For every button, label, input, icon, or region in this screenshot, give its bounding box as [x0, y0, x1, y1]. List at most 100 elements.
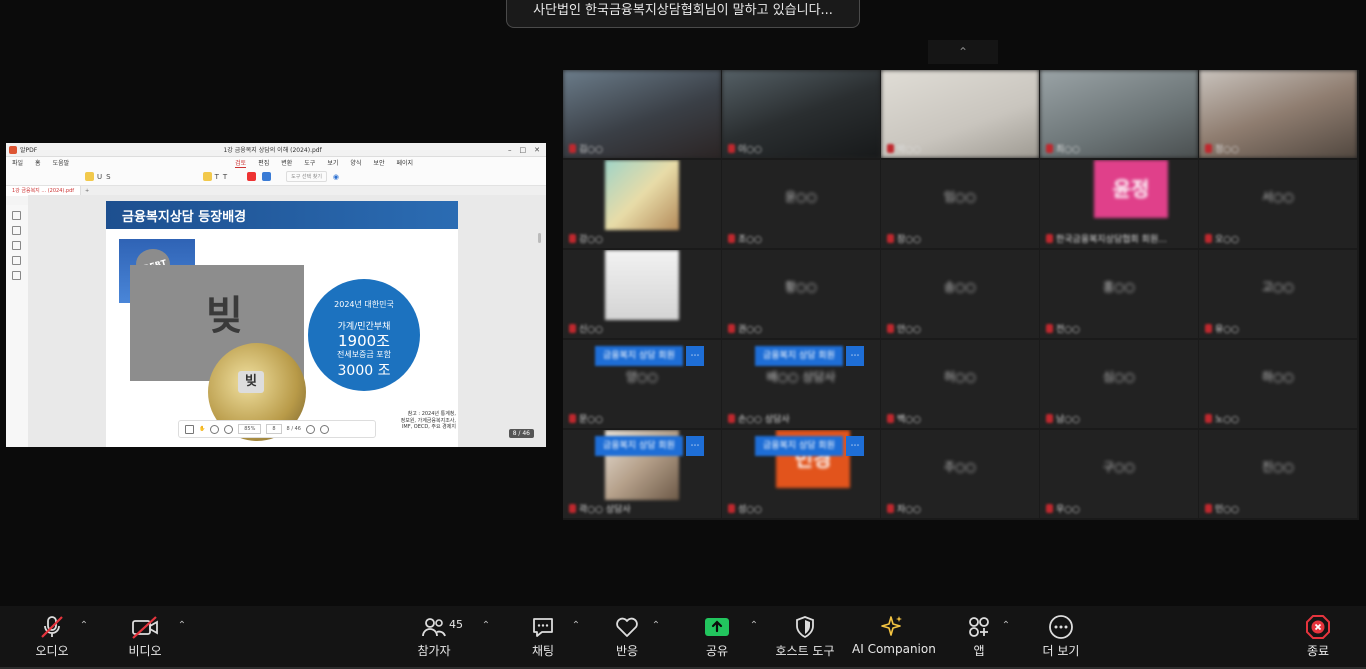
page-input[interactable]: 8 [266, 424, 282, 434]
participant-tile[interactable]: 김○○ [563, 70, 721, 158]
zoom-select[interactable]: 85% [238, 424, 262, 434]
mic-muted-icon [1046, 414, 1053, 423]
participant-tile[interactable]: 윤○○ 조○○ [722, 160, 880, 248]
chip-more-icon[interactable]: ⋯ [845, 346, 864, 366]
note-icon[interactable] [202, 172, 212, 181]
text-icon[interactable]: T [215, 173, 219, 181]
reactions-button[interactable]: 반응 [610, 614, 644, 664]
zoom-out-icon[interactable] [210, 424, 220, 434]
share-button[interactable]: 공유 [700, 614, 734, 664]
host-tools-button[interactable]: 호스트 도구 [772, 614, 838, 664]
maximize-icon[interactable]: □ [520, 146, 527, 154]
bookmark-icon[interactable] [12, 226, 21, 235]
chat-button[interactable]: 채팅 [526, 614, 560, 664]
pdf-menu-convert[interactable]: 변환 [281, 158, 292, 167]
zoom-in-icon[interactable] [224, 424, 234, 434]
video-options-chevron[interactable]: ⌃ [176, 620, 188, 632]
audio-button[interactable]: 오디오 [30, 614, 74, 664]
pdf-menu-security[interactable]: 보안 [373, 158, 384, 167]
pdf-scrollbar[interactable] [538, 233, 541, 243]
pdf-menu-home[interactable]: 홈 [35, 158, 41, 167]
participant-name-tag: 장○○ [887, 232, 921, 245]
pdf-menu-edit[interactable]: 편집 [258, 158, 269, 167]
apps-button[interactable]: 앱 [964, 614, 994, 664]
highlighter-icon[interactable] [85, 172, 94, 181]
participant-tile[interactable]: 진○○ 민○○ [1199, 430, 1357, 518]
end-meeting-button[interactable]: 종료 [1300, 614, 1336, 664]
pdf-menu-review[interactable]: 검토 [235, 158, 247, 168]
reactions-options-chevron[interactable]: ⌃ [650, 620, 662, 632]
minimize-icon[interactable]: – [508, 146, 512, 154]
search-icon[interactable] [12, 271, 21, 280]
rectangle-icon[interactable] [171, 172, 180, 181]
mic-muted-icon [1205, 324, 1212, 333]
participant-tile[interactable]: 윤정 한국금융복지상담협회 회원... [1040, 160, 1198, 248]
underline-icon[interactable]: U [97, 173, 102, 181]
participant-tile[interactable]: 구○○ 우○○ [1040, 430, 1198, 518]
textbox-icon[interactable]: T [223, 173, 227, 181]
participant-tile[interactable]: 황○○ 권○○ [722, 250, 880, 338]
participant-tile[interactable]: 신○○ [563, 250, 721, 338]
participant-tile[interactable]: 정○○ [1199, 70, 1357, 158]
participant-tile[interactable]: 서○○ 오○○ [1199, 160, 1357, 248]
mic-muted-icon [728, 144, 735, 153]
pdf-menu-help[interactable]: 도움말 [53, 158, 70, 167]
participant-label-chip[interactable]: 금융복지 상담 회원 ⋯ [755, 436, 864, 456]
participant-tile[interactable]: 이○○ [722, 70, 880, 158]
close-icon[interactable]: ✕ [534, 146, 540, 154]
strikethrough-icon[interactable]: S [106, 173, 110, 181]
participants-options-chevron[interactable]: ⌃ [480, 620, 492, 632]
participant-tile[interactable]: 임○○ 장○○ [881, 160, 1039, 248]
video-button[interactable]: 비디오 [122, 614, 168, 664]
thumbnail-icon[interactable] [12, 211, 21, 220]
participant-label-chip[interactable]: 금융복지 상담 회원 ⋯ [755, 346, 864, 366]
chip-more-icon[interactable]: ⋯ [685, 346, 704, 366]
eye-icon[interactable]: ◉ [333, 173, 339, 181]
participant-tile[interactable]: 하○○ 노○○ [1199, 340, 1357, 428]
mic-muted-icon [569, 234, 576, 243]
hand-tool-icon[interactable]: ✋ [199, 426, 205, 432]
participant-tile[interactable]: 허○○ 백○○ [881, 340, 1039, 428]
participant-tile[interactable]: 강○○ [563, 160, 721, 248]
pdf-menu-file[interactable]: 파일 [12, 158, 23, 167]
mic-muted-icon [887, 504, 894, 513]
pdf-menu-form[interactable]: 양식 [350, 158, 361, 167]
mic-muted-icon [728, 414, 735, 423]
chip-more-icon[interactable]: ⋯ [685, 436, 704, 456]
new-tab-icon[interactable]: + [85, 188, 89, 194]
participant-center-name: 고○○ [1262, 280, 1294, 294]
pdf-tool-search[interactable]: 도구 선택 찾기 [286, 171, 327, 182]
apps-options-chevron[interactable]: ⌃ [1000, 620, 1012, 632]
gallery-view-toggle[interactable]: ⌃ [928, 40, 998, 64]
share-options-chevron[interactable]: ⌃ [748, 620, 760, 632]
sidebar-toggle-icon[interactable] [185, 424, 194, 434]
participant-label-chip[interactable]: 금융복지 상담 회원 ⋯ [595, 436, 704, 456]
participant-name-tag: 성○○ [728, 502, 762, 515]
participant-tile[interactable]: 최○○ [1040, 70, 1198, 158]
participant-tile[interactable]: 고○○ 유○○ [1199, 250, 1357, 338]
mic-muted-icon [887, 324, 894, 333]
pdf-menu-tools[interactable]: 도구 [304, 158, 315, 167]
stamp-icon[interactable] [262, 172, 272, 181]
participant-tile[interactable]: 주○○ 차○○ [881, 430, 1039, 518]
pdf-menu-view[interactable]: 보기 [327, 158, 338, 167]
participant-tile[interactable]: 박○○ [881, 70, 1039, 158]
comment-icon[interactable] [12, 241, 21, 250]
ai-companion-button[interactable]: AI Companion [852, 614, 936, 664]
attachment-icon[interactable] [12, 256, 21, 265]
participant-tile[interactable]: 홍○○ 전○○ [1040, 250, 1198, 338]
more-icon [1049, 615, 1073, 639]
eraser-icon[interactable] [247, 172, 257, 181]
chip-more-icon[interactable]: ⋯ [845, 436, 864, 456]
pdf-menu-page[interactable]: 페이지 [396, 158, 413, 167]
next-page-icon[interactable] [319, 424, 329, 434]
participant-label-chip[interactable]: 금융복지 상담 회원 ⋯ [595, 346, 704, 366]
chat-options-chevron[interactable]: ⌃ [570, 620, 582, 632]
more-button[interactable]: 더 보기 [1040, 614, 1082, 664]
participant-name-tag: 이○○ [728, 142, 762, 155]
participant-tile[interactable]: 송○○ 안○○ [881, 250, 1039, 338]
participant-name: 오○○ [1215, 235, 1239, 245]
prev-page-icon[interactable] [305, 424, 315, 434]
audio-options-chevron[interactable]: ⌃ [78, 620, 90, 632]
participant-tile[interactable]: 심○○ 남○○ [1040, 340, 1198, 428]
